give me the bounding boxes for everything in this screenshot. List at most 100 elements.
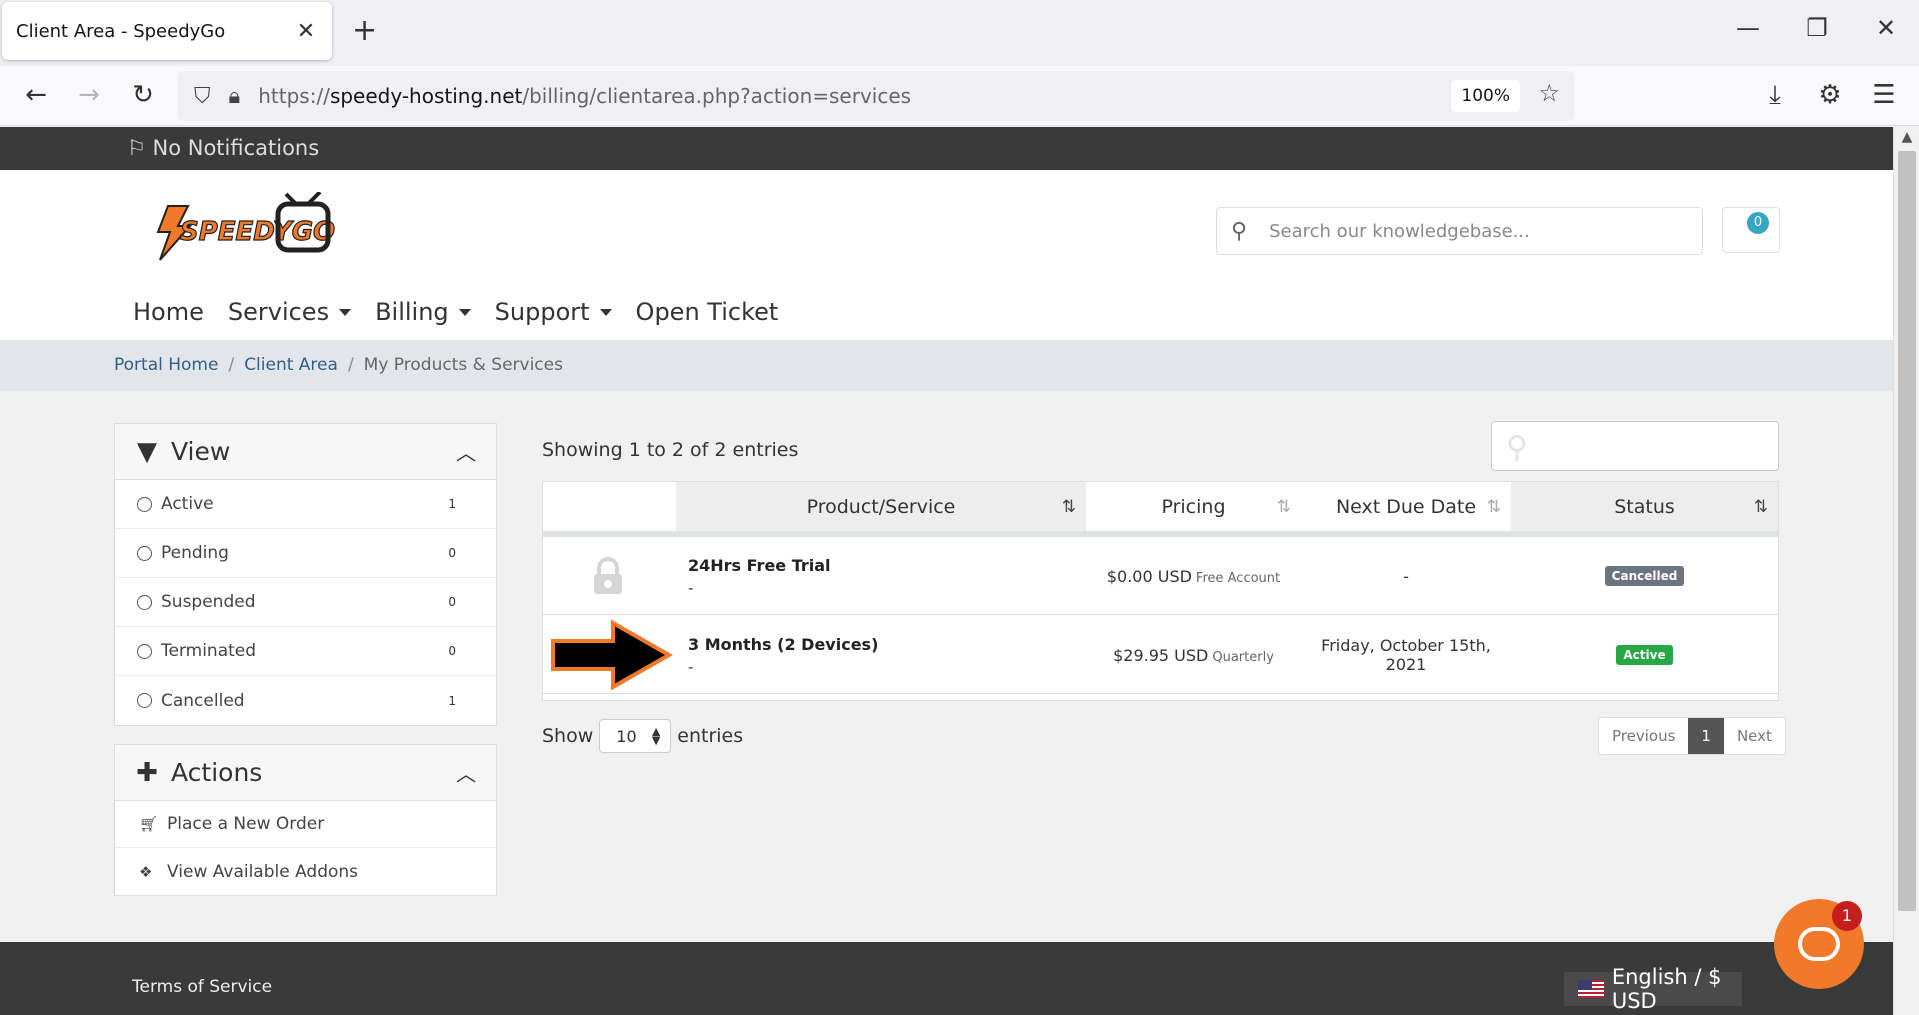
nav-services[interactable]: Services — [228, 298, 352, 326]
nav-support[interactable]: Support — [495, 298, 612, 326]
nav-home-label: Home — [133, 298, 204, 326]
caret-down-icon — [599, 308, 612, 316]
filter-cancelled[interactable]: Cancelled 1 — [115, 676, 496, 725]
pagination-page-1[interactable]: 1 — [1688, 718, 1724, 754]
view-panel: ▼ View ︿ Active 1 Pending 0 Suspended 0 Ter… — [114, 423, 497, 726]
pagination-previous[interactable]: Previous — [1599, 718, 1688, 754]
lock-icon[interactable]: 🔒︎ — [229, 84, 241, 109]
filter-active[interactable]: Active 1 — [115, 480, 496, 529]
th-pricing[interactable]: Pricing ⇅ — [1086, 482, 1301, 531]
nav-open-ticket[interactable]: Open Ticket — [636, 298, 779, 326]
due-date-cell: Friday, October 15th, 2021 — [1321, 616, 1491, 694]
radio-icon[interactable] — [137, 545, 152, 561]
download-icon[interactable]: ⤓ — [1758, 80, 1792, 111]
zoom-level[interactable]: 100% — [1451, 80, 1520, 112]
browser-tab[interactable]: Client Area - SpeedyGo ✕ — [2, 2, 332, 60]
actions-panel-header[interactable]: ✚ Actions ︿ — [115, 745, 496, 801]
page-scrollbar[interactable]: ▲ — [1893, 127, 1919, 1015]
sort-icon: ⇅ — [1276, 496, 1291, 517]
browser-tab-bar: Client Area - SpeedyGo ✕ + — ❐ ✕ — [0, 0, 1919, 66]
row-icon-cell — [591, 537, 631, 615]
nav-billing-label: Billing — [375, 298, 449, 326]
due-date: Friday, October 15th, 2021 — [1321, 636, 1491, 674]
search-placeholder: Search our knowledgebase... — [1269, 220, 1530, 242]
nav-open-ticket-label: Open Ticket — [635, 298, 779, 326]
th-status[interactable]: Status ⇅ — [1511, 482, 1778, 531]
place-new-order-link[interactable]: 🛒︎ Place a New Order — [115, 801, 496, 848]
browser-nav-bar: ← → ↻ ⛉ 🔒︎ https://speedy-hosting.net/bi… — [0, 66, 1919, 126]
view-panel-header[interactable]: ▼ View ︿ — [115, 424, 496, 480]
status-badge: Active — [1616, 645, 1673, 665]
page: ⚐ No Notifications SPEEDYGO ⚲ Search our… — [0, 127, 1893, 1015]
radio-icon[interactable] — [137, 594, 152, 610]
radio-icon[interactable] — [137, 643, 152, 659]
th-product[interactable]: Product/Service ⇅ — [676, 482, 1086, 531]
sort-icon: ⇅ — [1061, 496, 1076, 517]
shield-icon[interactable]: ⛉ — [194, 84, 211, 109]
sort-icon: ⇅ — [1753, 496, 1768, 517]
status-badge: Cancelled — [1604, 566, 1685, 586]
actions-panel-title: Actions — [171, 758, 263, 787]
close-tab-icon[interactable]: ✕ — [294, 19, 318, 44]
nav-home[interactable]: Home — [133, 298, 204, 326]
view-addons-link[interactable]: ❖ View Available Addons — [115, 848, 496, 895]
breadcrumb-client-area[interactable]: Client Area — [244, 355, 338, 375]
site-header: SPEEDYGO ⚲ Search our knowledgebase... 0… — [0, 170, 1893, 340]
forward-icon[interactable]: → — [72, 80, 106, 110]
radio-icon[interactable] — [137, 693, 152, 708]
pagination-next[interactable]: Next — [1724, 718, 1785, 754]
breadcrumb-separator: / — [347, 355, 354, 375]
site-footer: Terms of Service English / $ USD — [0, 942, 1893, 1015]
actions-panel: ✚ Actions ︿ 🛒︎ Place a New Order ❖ View Av… — [114, 744, 497, 896]
back-icon[interactable]: ← — [19, 80, 53, 110]
chevron-up-icon[interactable]: ︿ — [456, 758, 476, 787]
radio-icon[interactable] — [137, 496, 152, 512]
chevron-up-icon[interactable]: ︿ — [456, 437, 476, 466]
knowledgebase-search[interactable]: ⚲ Search our knowledgebase... — [1216, 207, 1703, 255]
page-length-select[interactable]: 10 ▲ ▼ — [599, 719, 672, 753]
address-bar[interactable]: ⛉ 🔒︎ https://speedy-hosting.net/billing/… — [178, 71, 1574, 121]
price-text: $0.00 USD Free Account — [1107, 567, 1280, 586]
new-tab-icon[interactable]: + — [352, 16, 377, 46]
filter-count: 1 — [448, 693, 456, 708]
breadcrumb-separator: / — [228, 355, 235, 375]
url-host: speedy-hosting.net — [329, 84, 523, 108]
bookmark-star-icon[interactable]: ☆ — [1538, 79, 1560, 107]
cart-button[interactable]: 0 — [1722, 207, 1780, 253]
product-name: 3 Months (2 Devices) — [688, 634, 879, 654]
tab-title: Client Area - SpeedyGo — [16, 20, 226, 42]
th-label: Product/Service — [806, 495, 956, 518]
product-cell: 3 Months (2 Devices) - — [688, 616, 1068, 694]
th-due-date[interactable]: Next Due Date ⇅ — [1301, 482, 1511, 531]
pricing-cell: $0.00 USD Free Account — [1086, 537, 1301, 615]
terms-of-service-link[interactable]: Terms of Service — [132, 977, 272, 997]
speedygo-logo[interactable]: SPEEDYGO — [150, 192, 340, 264]
minimize-icon[interactable]: — — [1728, 14, 1768, 42]
menu-icon[interactable]: ☰ — [1867, 80, 1901, 110]
search-icon: ⚲ — [1506, 430, 1528, 465]
billing-cycle: Quarterly — [1212, 649, 1274, 665]
filter-label: Pending — [161, 543, 229, 563]
restore-icon[interactable]: ❐ — [1797, 14, 1837, 42]
table-row[interactable]: 3 Months (2 Devices) - $29.95 USD Quarter… — [543, 616, 1778, 694]
pricing-cell: $29.95 USD Quarterly — [1086, 616, 1301, 694]
breadcrumb-portal-home[interactable]: Portal Home — [114, 355, 218, 375]
scroll-up-icon[interactable]: ▲ — [1894, 129, 1919, 145]
table-search-input[interactable]: ⚲ — [1491, 421, 1779, 471]
filter-suspended[interactable]: Suspended 0 — [115, 578, 496, 627]
nav-billing[interactable]: Billing — [375, 298, 471, 326]
filter-terminated[interactable]: Terminated 0 — [115, 627, 496, 676]
language-currency-selector[interactable]: English / $ USD — [1564, 965, 1742, 1013]
flag-icon[interactable]: ⚐ — [127, 136, 146, 160]
scroll-thumb[interactable] — [1898, 151, 1916, 911]
main-nav: Home Services Billing Support Open Ticke… — [133, 298, 802, 326]
notifications-label[interactable]: No Notifications — [153, 136, 320, 160]
table-row[interactable]: 24Hrs Free Trial - $0.00 USD Free Account… — [543, 537, 1778, 615]
settings-gear-icon[interactable]: ⚙ — [1813, 80, 1847, 110]
filter-pending[interactable]: Pending 0 — [115, 529, 496, 578]
entries-info: Showing 1 to 2 of 2 entries — [542, 439, 799, 461]
th-label: Next Due Date — [1335, 495, 1477, 518]
filter-count: 0 — [448, 595, 456, 609]
reload-icon[interactable]: ↻ — [126, 80, 160, 110]
close-window-icon[interactable]: ✕ — [1866, 14, 1906, 42]
